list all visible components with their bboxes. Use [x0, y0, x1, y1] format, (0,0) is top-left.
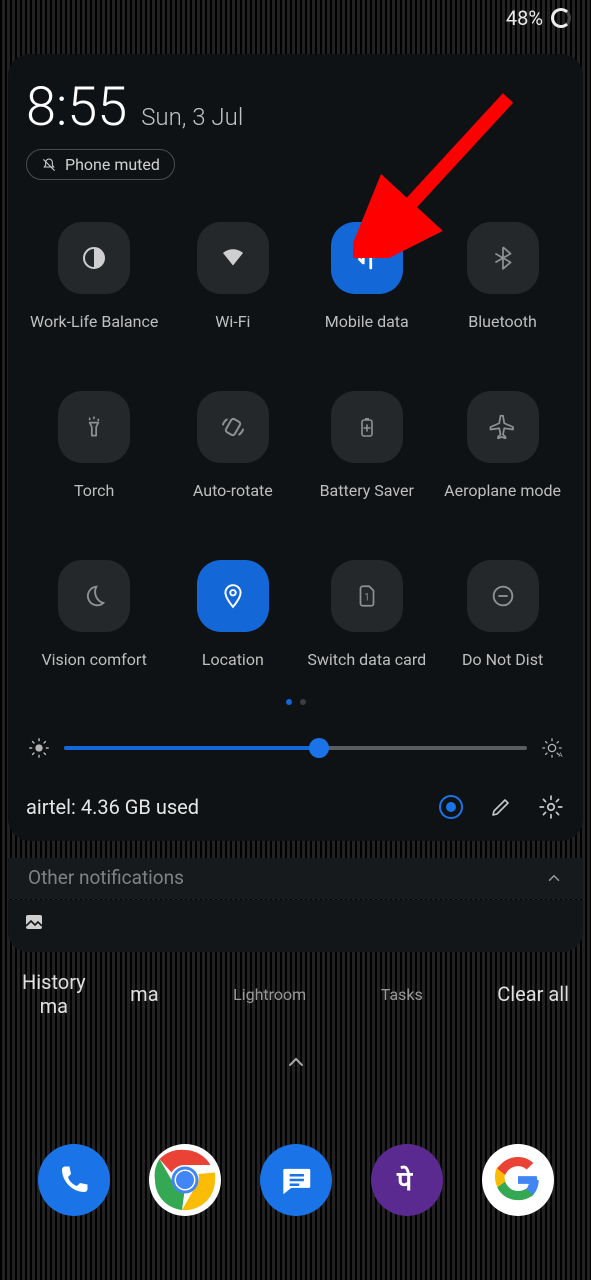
phone-muted-chip[interactable]: Phone muted: [26, 149, 175, 180]
tile-label: Mobile data: [325, 312, 409, 331]
brightness-thumb[interactable]: [309, 738, 329, 758]
mobile-data-icon: [352, 243, 382, 273]
chrome-icon: [149, 1144, 221, 1216]
dock-app-phonepe[interactable]: पे: [371, 1144, 443, 1216]
dot-active: [286, 699, 292, 705]
recents-row: History ma ma Lightroom Tasks Clear all: [22, 970, 569, 1018]
clock-row: 8:55 Sun, 3 Jul: [26, 76, 565, 139]
tile-label: Auto-rotate: [193, 481, 273, 500]
status-bar: 48%: [506, 6, 571, 30]
notification-shade: 8:55 Sun, 3 Jul Phone muted Work-Life Ba…: [8, 54, 583, 841]
svg-text:1: 1: [364, 592, 369, 603]
tile-label: Switch data card: [307, 650, 426, 669]
other-notifications-label: Other notifications: [28, 866, 184, 889]
tile-do-not-disturb[interactable]: Do Not Dist: [444, 560, 561, 669]
balance-icon: [79, 243, 109, 273]
torch-icon: [81, 412, 107, 442]
notification-media-row[interactable]: [8, 900, 583, 952]
tile-label: Battery Saver: [320, 481, 414, 500]
tile-label: Location: [202, 650, 264, 669]
clear-all-button[interactable]: Clear all: [497, 982, 569, 1006]
dot: [300, 699, 306, 705]
tile-auto-rotate[interactable]: Auto-rotate: [176, 391, 289, 500]
quick-tiles-grid: Work-Life Balance Wi-Fi Mobile data Blue…: [26, 222, 565, 669]
history-button[interactable]: History: [22, 970, 86, 994]
chevron-up-icon: [545, 869, 563, 887]
pencil-icon: [489, 795, 513, 819]
tile-label: Do Not Dist: [462, 650, 543, 669]
tile-torch[interactable]: Torch: [30, 391, 158, 500]
chevron-up-icon: [284, 1050, 308, 1074]
user-icon: [439, 795, 463, 819]
recent-app-label[interactable]: Lightroom: [233, 985, 306, 1004]
tile-aeroplane-mode[interactable]: Aeroplane mode: [444, 391, 561, 500]
tile-label: Bluetooth: [468, 312, 537, 331]
tile-switch-data-card[interactable]: 1 Switch data card: [307, 560, 426, 669]
shade-footer: airtel: 4.36 GB used: [26, 793, 565, 821]
drawer-handle[interactable]: [284, 1050, 308, 1074]
moon-icon: [80, 582, 108, 610]
battery-percent: 48%: [506, 6, 543, 30]
image-icon: [22, 910, 46, 934]
clock-time: 8:55: [26, 76, 127, 139]
bluetooth-icon: [490, 243, 516, 273]
loading-spinner-icon: [551, 8, 571, 28]
brightness-slider[interactable]: [64, 746, 527, 750]
recent-app-label[interactable]: ma: [40, 994, 68, 1018]
auto-rotate-icon: [218, 412, 248, 442]
dock-app-messages[interactable]: [260, 1144, 332, 1216]
tile-wifi[interactable]: Wi-Fi: [176, 222, 289, 331]
battery-saver-icon: [355, 412, 379, 442]
brightness-low-icon: [28, 737, 50, 759]
tile-label: Wi-Fi: [215, 312, 250, 331]
clock-date: Sun, 3 Jul: [141, 103, 243, 131]
tile-location[interactable]: Location: [176, 560, 289, 669]
svg-text:A: A: [558, 751, 563, 759]
dock-app-google[interactable]: [482, 1144, 554, 1216]
tile-vision-comfort[interactable]: Vision comfort: [30, 560, 158, 669]
brightness-slider-row: A: [26, 737, 565, 759]
muted-label: Phone muted: [65, 155, 160, 174]
google-icon: [495, 1157, 541, 1203]
dock: पे: [0, 1144, 591, 1216]
tile-label: Work-Life Balance: [30, 312, 158, 331]
tile-label: Vision comfort: [41, 650, 146, 669]
tile-work-life-balance[interactable]: Work-Life Balance: [30, 222, 158, 331]
wifi-icon: [218, 243, 248, 273]
user-button[interactable]: [437, 793, 465, 821]
phone-icon: [56, 1162, 92, 1198]
tile-label: Aeroplane mode: [444, 481, 561, 500]
tile-mobile-data[interactable]: Mobile data: [307, 222, 426, 331]
page-dots: [26, 699, 565, 705]
brightness-fill: [64, 746, 319, 750]
recent-app-label[interactable]: ma: [130, 982, 158, 1006]
airplane-icon: [488, 412, 518, 442]
recent-app-label[interactable]: Tasks: [381, 985, 423, 1004]
svg-text:पे: पे: [396, 1165, 414, 1197]
tile-bluetooth[interactable]: Bluetooth: [444, 222, 561, 331]
phonepe-icon: पे: [387, 1160, 427, 1200]
other-notifications-row[interactable]: Other notifications: [8, 858, 583, 899]
dock-app-chrome[interactable]: [149, 1144, 221, 1216]
bell-off-icon: [41, 157, 57, 173]
sim-icon: 1: [354, 581, 380, 611]
brightness-auto-icon: A: [541, 737, 563, 759]
dnd-icon: [489, 582, 517, 610]
location-icon: [220, 581, 246, 611]
edit-tiles-button[interactable]: [487, 793, 515, 821]
tile-battery-saver[interactable]: Battery Saver: [307, 391, 426, 500]
dock-app-phone[interactable]: [38, 1144, 110, 1216]
gear-icon: [538, 794, 564, 820]
data-usage-text: airtel: 4.36 GB used: [26, 795, 415, 819]
messages-icon: [277, 1161, 315, 1199]
settings-button[interactable]: [537, 793, 565, 821]
tile-label: Torch: [74, 481, 114, 500]
